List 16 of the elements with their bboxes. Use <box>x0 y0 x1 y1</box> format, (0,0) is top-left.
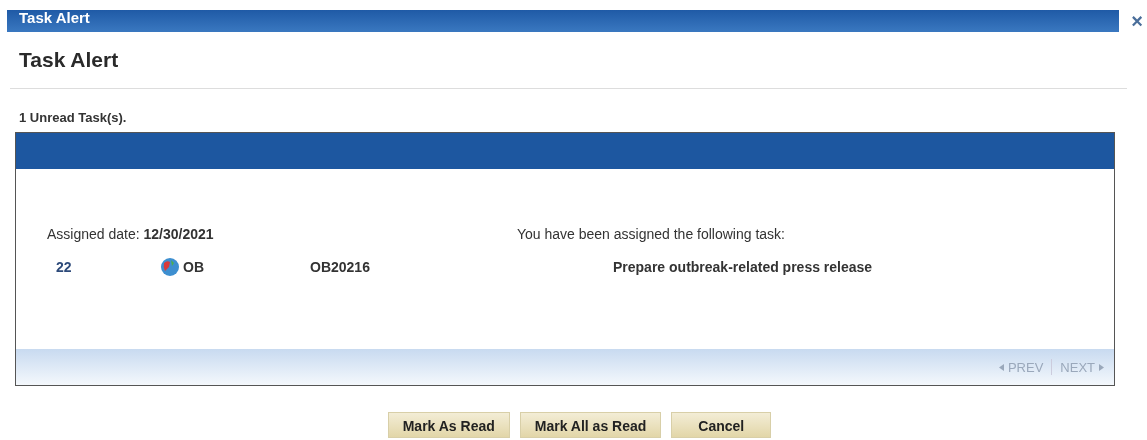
action-button[interactable]: Cancel <box>671 412 772 438</box>
globe-icon <box>160 257 180 277</box>
action-button[interactable]: Mark As Read <box>387 412 510 438</box>
dialog-heading: Task Alert <box>19 48 120 72</box>
window-title: Task Alert <box>19 8 90 26</box>
task-code: OB20216 <box>310 259 371 275</box>
task-number: 22 <box>56 259 73 275</box>
assignment-message: You have been assigned the following task: <box>517 226 785 242</box>
action-button[interactable]: Mark All as Read <box>519 412 662 438</box>
left-arrow-icon <box>998 363 1004 371</box>
assigned-date-text: Assigned date: 12/30/2021 <box>47 226 215 242</box>
module-code: OB <box>183 259 204 275</box>
unread-count: 1 Unread Task(s). <box>19 110 128 125</box>
task-description: Prepare outbreak-related press release <box>613 259 873 275</box>
right-arrow-icon <box>1099 363 1104 371</box>
close-button[interactable]: × <box>1127 11 1147 31</box>
